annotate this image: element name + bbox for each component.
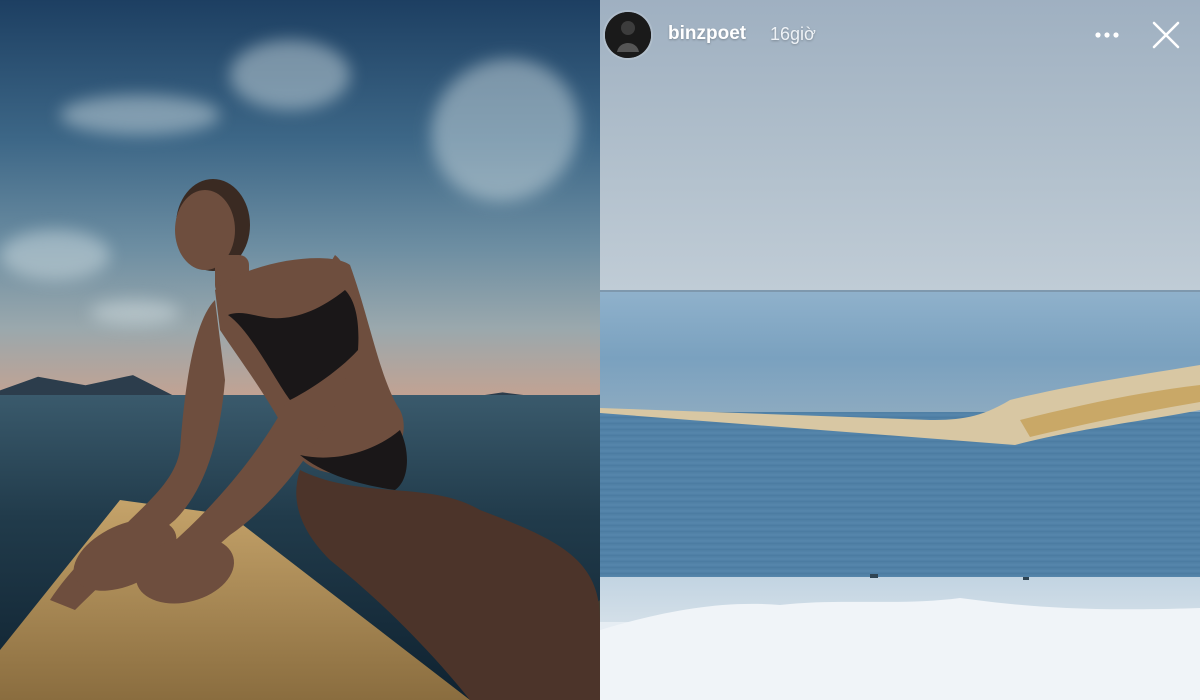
story-header: binzpoet 16giờ	[600, 0, 1200, 70]
close-icon	[1152, 21, 1180, 49]
left-photo	[0, 0, 600, 700]
story-username[interactable]: binzpoet	[668, 23, 746, 45]
story-viewer: binzpoet 16giờ	[600, 0, 1200, 700]
more-options-button[interactable]	[1092, 20, 1122, 50]
avatar[interactable]	[605, 12, 651, 58]
story-timestamp: 16giờ	[770, 24, 816, 44]
story-photo-details	[600, 290, 1200, 700]
person-silhouette	[50, 179, 600, 700]
more-horizontal-icon	[1095, 32, 1119, 38]
close-button[interactable]	[1147, 16, 1185, 54]
